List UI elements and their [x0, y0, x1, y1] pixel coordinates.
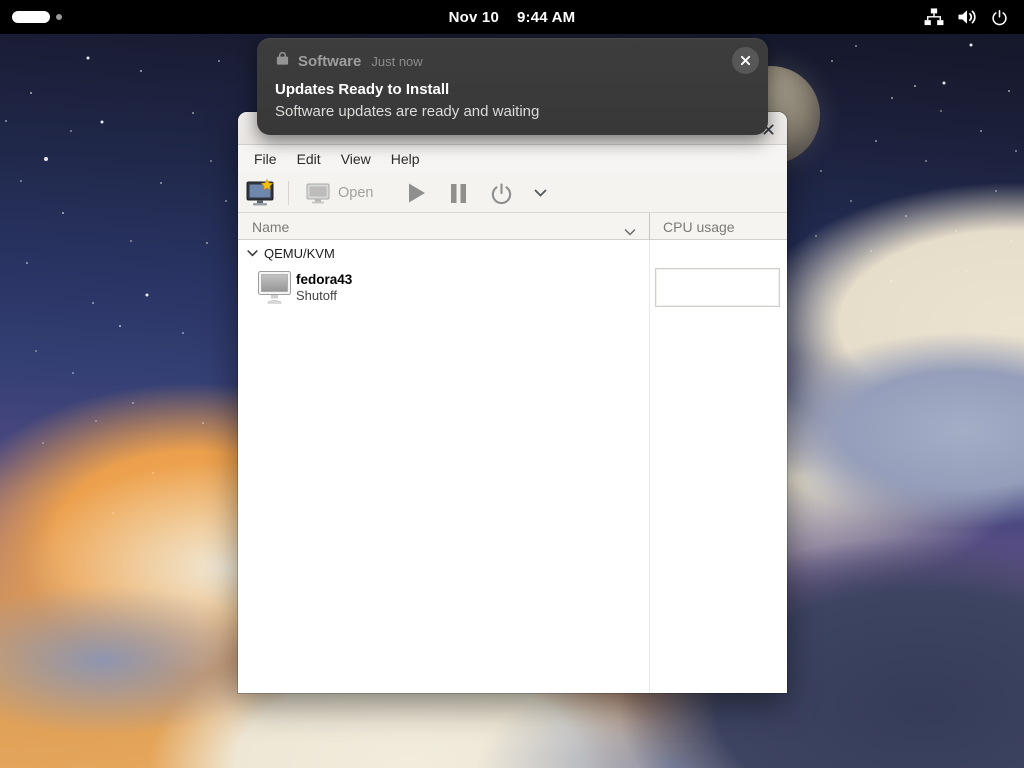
network-wired-icon[interactable]	[924, 8, 944, 26]
run-vm-button[interactable]	[407, 173, 427, 213]
vm-list: QEMU/KVM fedora43 Shutoff	[238, 240, 787, 693]
connection-label: QEMU/KVM	[264, 246, 335, 261]
vm-status: Shutoff	[296, 288, 337, 303]
list-header-row: Name CPU usage	[238, 213, 787, 240]
toolbar-separator	[288, 181, 289, 205]
menu-bar: File Edit View Help	[238, 145, 787, 173]
shutdown-icon	[490, 182, 513, 205]
menu-file[interactable]: File	[244, 147, 287, 171]
close-icon	[740, 55, 751, 66]
pause-vm-button[interactable]	[450, 173, 467, 213]
column-header-name[interactable]: Name	[238, 213, 649, 240]
toolbar: Open	[238, 173, 787, 213]
shutdown-menu-button[interactable]	[534, 173, 547, 213]
menu-view[interactable]: View	[331, 147, 381, 171]
software-bag-icon	[275, 51, 290, 71]
open-vm-button[interactable]: Open	[306, 173, 373, 213]
expander-chevron-icon[interactable]	[247, 250, 258, 257]
clock-time: 9:44 AM	[517, 9, 575, 26]
play-icon	[407, 182, 427, 204]
notification-body: Software updates are ready and waiting	[275, 103, 750, 120]
chevron-down-icon	[534, 189, 547, 197]
open-button-label: Open	[338, 185, 373, 201]
system-status-area[interactable]	[918, 0, 1014, 34]
column-header-cpu[interactable]: CPU usage	[649, 213, 787, 240]
vm-name: fedora43	[296, 272, 352, 287]
notification-close-button[interactable]	[732, 47, 759, 74]
menu-edit[interactable]: Edit	[287, 147, 331, 171]
notification-toast[interactable]: Software Just now Updates Ready to Insta…	[257, 38, 768, 135]
vm-monitor-icon	[258, 271, 291, 309]
column-name-label: Name	[252, 219, 289, 235]
notification-header: Software Just now	[275, 51, 750, 71]
pause-icon	[450, 183, 467, 204]
shutdown-vm-button[interactable]	[490, 173, 513, 213]
vm-row-fedora43[interactable]: fedora43 Shutoff	[238, 267, 649, 311]
volume-icon[interactable]	[957, 8, 978, 26]
column-divider	[649, 240, 650, 693]
cpu-usage-sparkline	[655, 268, 780, 307]
new-vm-icon	[246, 179, 276, 207]
notification-title: Updates Ready to Install	[275, 81, 750, 98]
notification-app-name: Software	[298, 53, 361, 70]
top-bar: Nov 10 9:44 AM	[0, 0, 1024, 34]
sort-chevron-icon[interactable]	[624, 223, 636, 239]
menu-help[interactable]: Help	[381, 147, 430, 171]
new-vm-button[interactable]	[246, 173, 276, 213]
clock-date: Nov 10	[449, 9, 499, 26]
open-vm-icon	[306, 183, 330, 204]
virtual-machine-manager-window: File Edit View Help Open	[238, 112, 787, 693]
power-icon[interactable]	[991, 9, 1008, 26]
notification-timestamp: Just now	[371, 54, 422, 69]
column-cpu-label: CPU usage	[663, 219, 735, 235]
connection-row-qemu-kvm[interactable]: QEMU/KVM	[238, 241, 649, 266]
clock-button[interactable]: Nov 10 9:44 AM	[0, 0, 1024, 34]
